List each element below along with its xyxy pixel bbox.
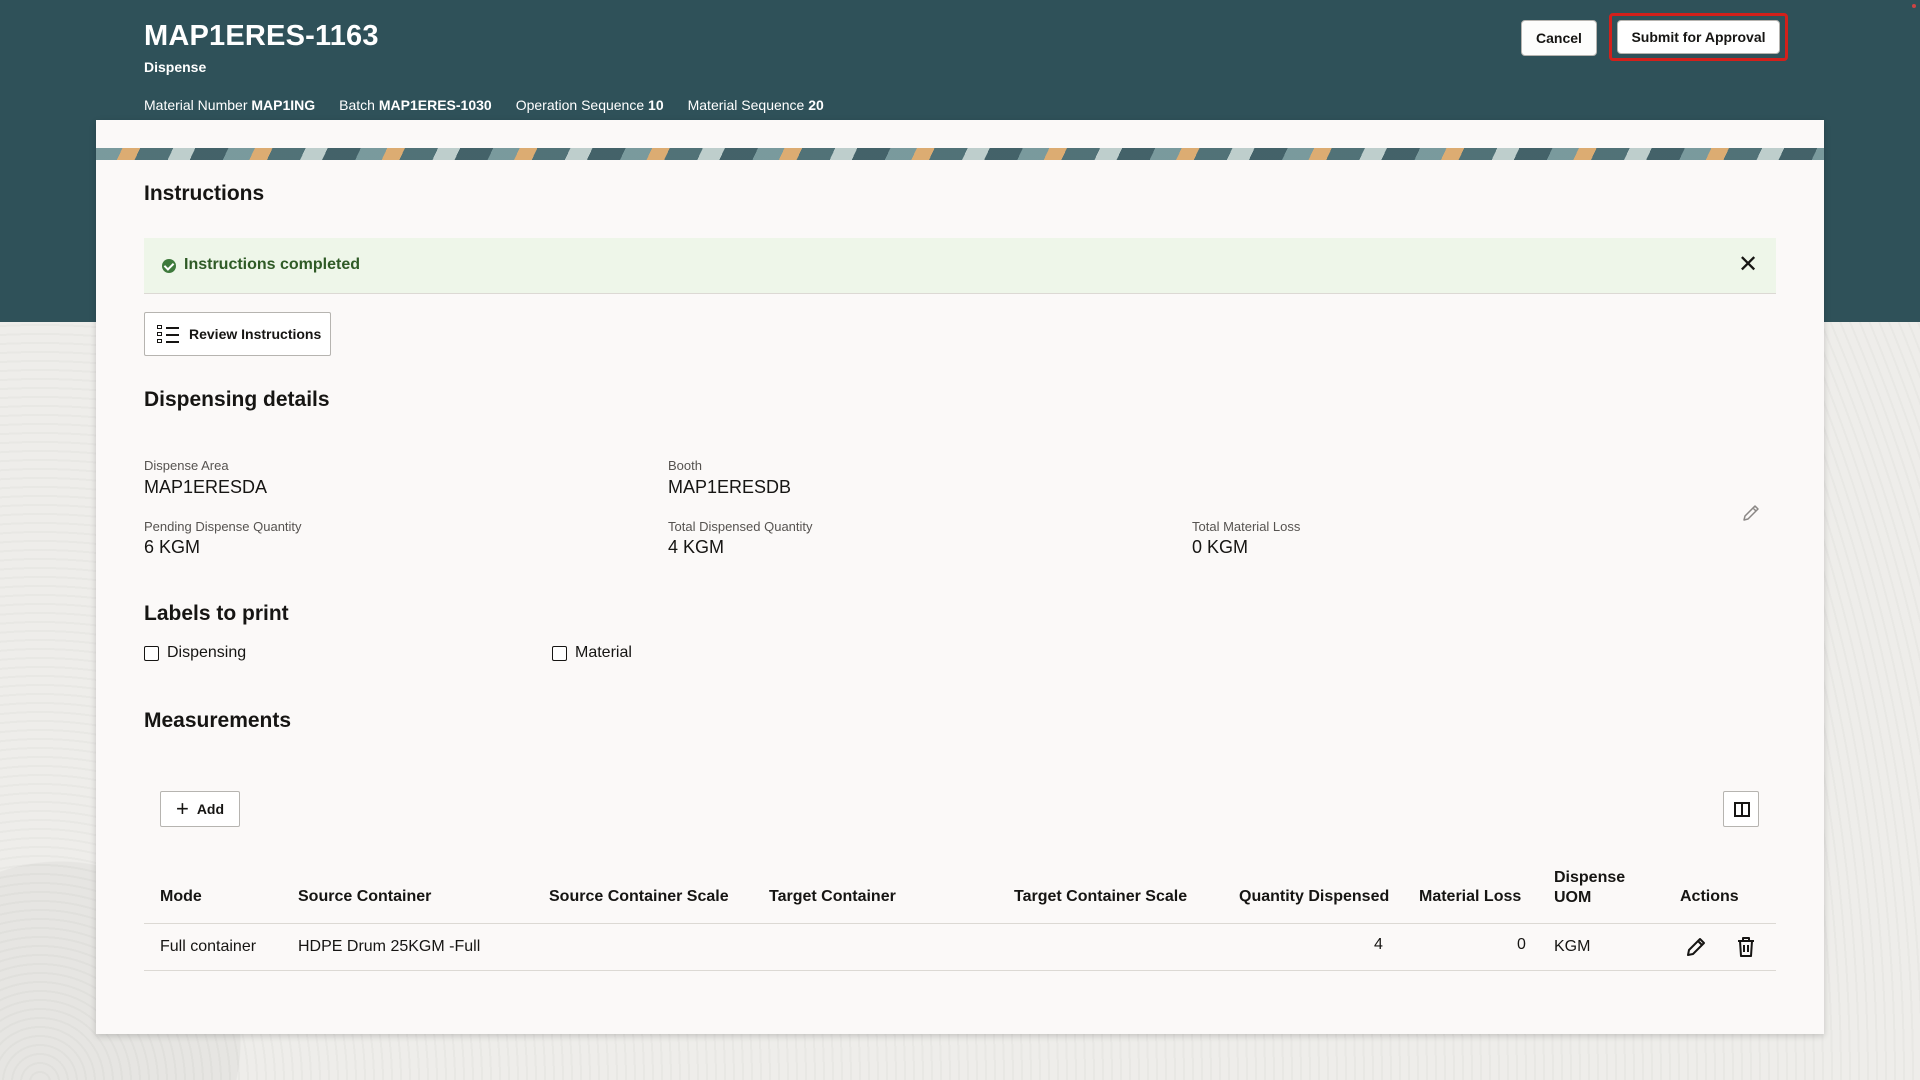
plus-icon: + [175, 796, 189, 821]
delete-row-icon[interactable] [1734, 935, 1758, 959]
meta-material-sequence: Material Sequence 20 [687, 97, 824, 113]
dispensing-checkbox-label: Dispensing [167, 644, 247, 661]
total-dispensed-quantity-value: 4 KGM [668, 537, 725, 557]
instructions-title: Instructions [144, 182, 265, 205]
dispense-card: Instructions Instructions completed ✕ Re… [96, 120, 1824, 1034]
header-meta: Material Number MAP1ING Batch MAP1ERES-1… [144, 97, 824, 113]
dispense-area-label: Dispense Area [144, 458, 229, 473]
meta-operation-sequence: Operation Sequence 10 [515, 97, 664, 113]
corner-indicator [1912, 4, 1916, 8]
booth-label: Booth [668, 458, 702, 473]
alert-text: Instructions completed [184, 256, 361, 273]
add-label: Add [196, 801, 225, 817]
close-icon[interactable]: ✕ [1736, 253, 1760, 277]
column-header-target-container-scale[interactable]: Target Container Scale [1014, 888, 1187, 906]
submit-for-approval-button[interactable]: Submit for Approval [1617, 20, 1780, 54]
column-header-quantity-dispensed[interactable]: Quantity Dispensed [1239, 888, 1389, 906]
material-checkbox-label: Material [575, 644, 632, 661]
column-header-source-container-scale[interactable]: Source Container Scale [549, 888, 729, 906]
cell-quantity-dispensed: 4 [1374, 936, 1383, 953]
dispense-area-value: MAP1ERESDA [144, 477, 268, 497]
manage-columns-button[interactable] [1723, 791, 1759, 827]
page-title: MAP1ERES-1163 [144, 20, 379, 52]
list-icon [157, 324, 179, 344]
dispensing-checkbox[interactable] [144, 645, 159, 661]
column-header-material-loss[interactable]: Material Loss [1419, 888, 1521, 906]
pending-dispense-quantity-label: Pending Dispense Quantity [144, 519, 302, 534]
total-material-loss-value: 0 KGM [1192, 537, 1249, 557]
add-measurement-button[interactable]: + Add [160, 791, 240, 827]
cell-material-loss: 0 [1517, 936, 1526, 953]
meta-material-number: Material Number MAP1ING [144, 97, 316, 113]
column-header-mode[interactable]: Mode [160, 888, 202, 906]
page-subtitle: Dispense [144, 59, 207, 75]
measurements-table-header: Mode Source Container Source Container S… [144, 858, 1776, 924]
material-label-option[interactable]: Material [552, 644, 632, 662]
column-header-target-container[interactable]: Target Container [769, 888, 896, 906]
pending-dispense-quantity-value: 6 KGM [144, 537, 201, 557]
columns-icon [1734, 802, 1750, 817]
review-instructions-label: Review Instructions [189, 326, 322, 342]
column-header-source-container[interactable]: Source Container [298, 888, 431, 906]
material-checkbox[interactable] [552, 645, 567, 661]
column-header-actions: Actions [1680, 888, 1739, 905]
instructions-alert: Instructions completed ✕ [144, 238, 1776, 294]
total-dispensed-quantity-label: Total Dispensed Quantity [668, 519, 813, 534]
edit-row-icon[interactable] [1684, 935, 1708, 959]
total-material-loss-label: Total Material Loss [1192, 519, 1301, 534]
column-header-dispense-uom[interactable]: Dispense UOM [1554, 868, 1634, 908]
card-banner [96, 148, 1824, 160]
cell-dispense-uom: KGM [1554, 938, 1591, 955]
edit-pencil-icon[interactable] [1740, 502, 1762, 524]
booth-value: MAP1ERESDB [668, 477, 792, 497]
labels-to-print-title: Labels to print [144, 602, 289, 625]
check-circle-icon [162, 259, 176, 273]
meta-batch: Batch MAP1ERES-1030 [339, 97, 492, 113]
measurements-title: Measurements [144, 709, 292, 732]
review-instructions-button[interactable]: Review Instructions [144, 312, 331, 356]
cell-source-container: HDPE Drum 25KGM -Full [298, 938, 481, 955]
submit-highlight: Submit for Approval [1609, 13, 1788, 61]
cancel-button[interactable]: Cancel [1521, 20, 1597, 56]
table-row[interactable]: Full container HDPE Drum 25KGM -Full 4 0… [144, 924, 1776, 971]
dispensing-details-title: Dispensing details [144, 388, 330, 411]
dispensing-label-option[interactable]: Dispensing [144, 644, 246, 662]
cell-mode: Full container [160, 938, 257, 955]
